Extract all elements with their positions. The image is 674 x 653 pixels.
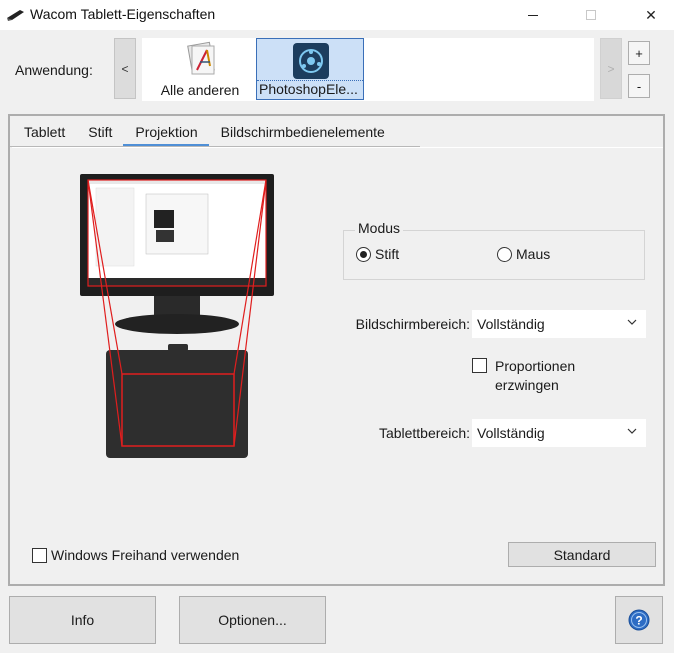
mode-pen-radio[interactable]: Stift bbox=[356, 246, 399, 262]
app-tile-label: PhotoshopEle... bbox=[257, 80, 363, 97]
maximize-button[interactable] bbox=[568, 0, 614, 30]
info-button[interactable]: Info bbox=[9, 596, 156, 644]
windows-ink-checkbox[interactable]: Windows Freihand verwenden bbox=[32, 547, 239, 563]
projection-panel: Modus Stift Maus Bildschirmbereich: Voll… bbox=[12, 147, 663, 584]
tab-tablett[interactable]: Tablett bbox=[12, 118, 76, 146]
screen-area-select[interactable]: Vollständig bbox=[472, 310, 646, 338]
tablet-body bbox=[106, 350, 248, 458]
all-apps-icon bbox=[187, 41, 215, 75]
radio-indicator bbox=[497, 246, 512, 262]
chevron-right-icon: > bbox=[607, 61, 615, 76]
mode-mouse-radio[interactable]: Maus bbox=[497, 246, 550, 262]
tablet-area-value: Vollständig bbox=[477, 425, 545, 441]
photoshop-elements-icon bbox=[293, 43, 329, 79]
help-button[interactable]: ? bbox=[615, 596, 663, 644]
tablet-area-select[interactable]: Vollständig bbox=[472, 419, 646, 447]
force-proportions-checkbox[interactable]: Proportionen erzwingen bbox=[472, 357, 575, 395]
next-application-button[interactable]: > bbox=[600, 38, 622, 99]
tab-projektion[interactable]: Projektion bbox=[123, 118, 209, 146]
mode-pen-label: Stift bbox=[375, 246, 400, 262]
options-button[interactable]: Optionen... bbox=[179, 596, 326, 644]
app-tile-photoshop-elements[interactable]: PhotoshopEle... bbox=[256, 38, 364, 100]
radio-indicator bbox=[356, 246, 371, 262]
application-list: Alle anderen PhotoshopEle... bbox=[142, 38, 594, 101]
tab-stift[interactable]: Stift bbox=[76, 118, 123, 146]
projection-illustration bbox=[80, 174, 274, 458]
force-proportions-line2: erzwingen bbox=[495, 377, 559, 393]
window-title: Wacom Tablett-Eigenschaften bbox=[30, 6, 216, 22]
mode-mouse-label: Maus bbox=[516, 246, 551, 262]
settings-tabs: Tablett Stift Projektion Bildschirmbedie… bbox=[8, 114, 665, 586]
application-row: Anwendung: < Alle anderen PhotoshopEle..… bbox=[0, 30, 674, 112]
default-button[interactable]: Standard bbox=[508, 542, 656, 567]
application-label: Anwendung: bbox=[15, 62, 93, 78]
tab-bar: Tablett Stift Projektion Bildschirmbedie… bbox=[12, 118, 396, 146]
remove-application-button[interactable]: - bbox=[628, 74, 650, 98]
force-proportions-line1: Proportionen bbox=[495, 358, 576, 374]
app-tile-all-others[interactable]: Alle anderen bbox=[146, 38, 254, 100]
monitor-stand bbox=[115, 314, 239, 334]
chevron-down-icon bbox=[627, 428, 637, 434]
prev-application-button[interactable]: < bbox=[114, 38, 136, 99]
minus-icon: - bbox=[636, 78, 642, 94]
close-button[interactable]: ✕ bbox=[628, 0, 674, 30]
app-tile-label: Alle anderen bbox=[160, 82, 240, 98]
tab-bildschirmbedienelemente[interactable]: Bildschirmbedienelemente bbox=[209, 118, 396, 146]
chevron-left-icon: < bbox=[121, 61, 129, 76]
checkbox-box bbox=[32, 548, 47, 563]
tablet-area-label: Tablettbereich: bbox=[378, 425, 470, 441]
title-bar: Wacom Tablett-Eigenschaften ✕ bbox=[0, 0, 674, 30]
checkbox-box bbox=[472, 358, 487, 373]
plus-icon: + bbox=[635, 45, 643, 61]
screen-area-value: Vollständig bbox=[477, 316, 545, 332]
help-icon: ? bbox=[628, 609, 650, 631]
chevron-down-icon bbox=[627, 319, 637, 325]
add-application-button[interactable]: + bbox=[628, 41, 650, 65]
pen-icon bbox=[7, 10, 24, 21]
screen-area-label: Bildschirmbereich: bbox=[355, 316, 470, 332]
mode-group-legend: Modus bbox=[355, 220, 404, 236]
minimize-button[interactable] bbox=[510, 0, 556, 30]
windows-ink-label: Windows Freihand verwenden bbox=[51, 547, 240, 563]
close-icon: ✕ bbox=[645, 6, 657, 23]
force-proportions-label: Proportionen erzwingen bbox=[495, 357, 575, 395]
svg-text:?: ? bbox=[635, 614, 642, 628]
